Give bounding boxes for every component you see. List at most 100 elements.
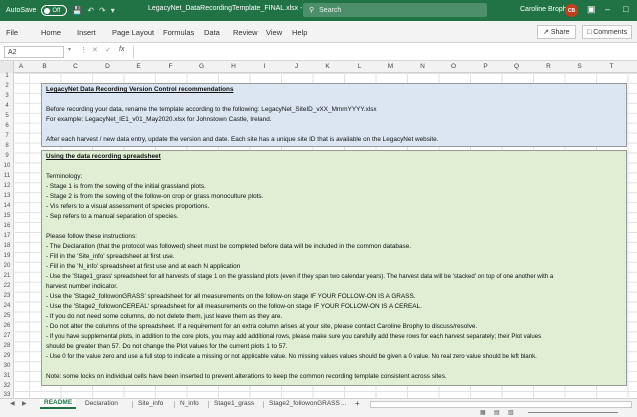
row-header[interactable]: 8 [0, 143, 14, 149]
tab-page-layout[interactable]: Page Layout [112, 28, 154, 37]
tab-help[interactable]: Help [292, 28, 307, 37]
name-box[interactable]: A2 [4, 46, 64, 58]
formula-input[interactable] [133, 46, 633, 58]
column-header[interactable]: F [155, 63, 186, 70]
normal-view-icon[interactable]: ▦ [480, 409, 486, 416]
row-header[interactable]: 1 [0, 73, 14, 79]
share-button[interactable]: ↗ Share [537, 25, 576, 39]
search-box[interactable]: ⚲ Search [303, 3, 487, 17]
redo-icon[interactable]: ↷ [99, 6, 106, 15]
page-layout-view-icon[interactable]: ▤ [494, 409, 500, 416]
tab-home[interactable]: Home [41, 28, 61, 37]
zoom-slider[interactable] [528, 412, 618, 413]
cancel-icon[interactable]: ✕ [92, 46, 98, 54]
row-header[interactable]: 9 [0, 153, 14, 159]
column-header[interactable]: M [375, 63, 406, 70]
column-header[interactable]: H [218, 63, 249, 70]
column-header[interactable]: R [533, 63, 564, 70]
tab-data[interactable]: Data [204, 28, 220, 37]
save-icon[interactable]: 💾 [72, 6, 82, 15]
customize-qat-icon[interactable]: ▾ [111, 6, 115, 15]
row-header[interactable]: 26 [0, 323, 14, 329]
sheet-tab-n-info[interactable]: N_info [180, 400, 199, 407]
more-sheets-button[interactable]: ... [341, 400, 346, 407]
horizontal-scrollbar[interactable] [370, 401, 632, 408]
version-control-box[interactable]: LegacyNet Data Recording Version Control… [41, 83, 627, 147]
text-line: Note: some locks on individual cells hav… [46, 373, 447, 380]
row-header[interactable]: 27 [0, 333, 14, 339]
row-header[interactable]: 18 [0, 243, 14, 249]
sheet-tab-stage1-grass[interactable]: Stage1_grass [214, 400, 254, 407]
tab-formulas[interactable]: Formulas [163, 28, 194, 37]
row-header[interactable]: 24 [0, 303, 14, 309]
column-header[interactable]: G [186, 63, 217, 70]
row-header[interactable]: 21 [0, 273, 14, 279]
chevron-down-icon[interactable]: ▾ [68, 46, 71, 53]
column-header[interactable]: S [564, 63, 595, 70]
column-header[interactable]: Q [501, 63, 532, 70]
column-header[interactable]: J [281, 63, 312, 70]
column-header[interactable]: O [438, 63, 469, 70]
row-header[interactable]: 10 [0, 163, 14, 169]
sheet-tab-declaration[interactable]: Declaration [85, 400, 118, 407]
row-header[interactable]: 23 [0, 293, 14, 299]
sheet-tab-readme[interactable]: README [40, 399, 77, 409]
column-header[interactable]: A [14, 63, 28, 70]
undo-icon[interactable]: ↶ [87, 6, 94, 15]
column-header[interactable]: L [344, 63, 375, 70]
row-header[interactable]: 6 [0, 123, 14, 129]
row-header[interactable]: 4 [0, 103, 14, 109]
maximize-icon[interactable]: □ [623, 4, 628, 14]
column-header[interactable]: I [249, 63, 280, 70]
enter-icon[interactable]: ✓ [105, 46, 111, 54]
row-header[interactable]: 3 [0, 93, 14, 99]
column-header[interactable]: E [123, 63, 154, 70]
tab-insert[interactable]: Insert [77, 28, 96, 37]
sheet-tab-site-info[interactable]: Site_info [138, 400, 163, 407]
tab-file[interactable]: File [6, 28, 18, 37]
row-header[interactable]: 12 [0, 183, 14, 189]
row-header[interactable]: 7 [0, 133, 14, 139]
text-line: - Vis refers to a visual assessment of s… [46, 203, 210, 210]
column-header[interactable]: T [596, 63, 627, 70]
scroll-right-icon[interactable]: ▶ [22, 400, 27, 407]
row-header[interactable]: 16 [0, 223, 14, 229]
row-header[interactable]: 14 [0, 203, 14, 209]
column-header[interactable]: D [92, 63, 123, 70]
row-header[interactable]: 17 [0, 233, 14, 239]
column-header[interactable]: P [470, 63, 501, 70]
row-header[interactable]: 19 [0, 253, 14, 259]
column-header[interactable]: N [407, 63, 438, 70]
row-header[interactable]: 25 [0, 313, 14, 319]
row-header[interactable]: 13 [0, 193, 14, 199]
row-header[interactable]: 28 [0, 343, 14, 349]
ribbon-display-icon[interactable]: ▣ [587, 4, 596, 15]
row-header[interactable]: 32 [0, 383, 14, 389]
column-header[interactable]: C [60, 63, 91, 70]
row-header[interactable]: 22 [0, 283, 14, 289]
row-header[interactable]: 31 [0, 373, 14, 379]
column-header[interactable]: B [29, 63, 60, 70]
instructions-box[interactable]: Using the data recording spreadsheet Ter… [41, 150, 627, 386]
tab-view[interactable]: View [266, 28, 282, 37]
page-break-view-icon[interactable]: ▧ [508, 409, 514, 416]
autosave-toggle[interactable]: Off [41, 5, 68, 16]
user-name[interactable]: Caroline Brophy [520, 6, 570, 13]
add-sheet-button[interactable]: + [355, 399, 360, 408]
insert-function-icon[interactable]: fx [119, 46, 124, 53]
tab-review[interactable]: Review [233, 28, 258, 37]
row-header[interactable]: 30 [0, 363, 14, 369]
row-header[interactable]: 20 [0, 263, 14, 269]
row-header[interactable]: 15 [0, 213, 14, 219]
row-header[interactable]: 5 [0, 113, 14, 119]
row-header[interactable]: 11 [0, 173, 14, 179]
minimize-icon[interactable]: – [605, 4, 610, 14]
scroll-left-icon[interactable]: ◀ [10, 400, 15, 407]
comments-button[interactable]: □ Comments [582, 25, 633, 39]
row-header[interactable]: 2 [0, 83, 14, 89]
column-header[interactable]: K [312, 63, 343, 70]
sheet-tab-stage2-followon-grass[interactable]: Stage2_followonGRASS [269, 400, 340, 407]
avatar[interactable]: CB [565, 4, 578, 17]
select-all-button[interactable] [0, 61, 14, 73]
row-header[interactable]: 29 [0, 353, 14, 359]
